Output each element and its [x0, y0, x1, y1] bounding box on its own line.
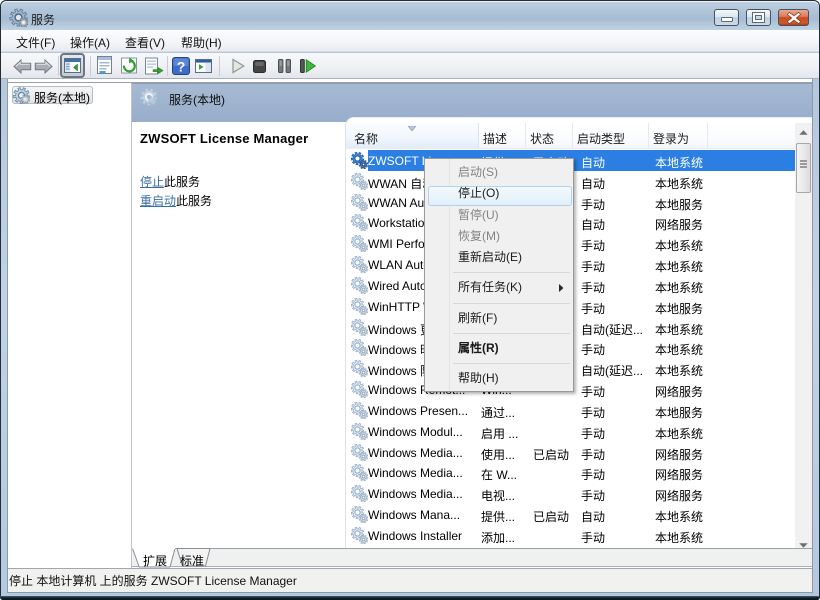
svg-text:?: ? [177, 59, 186, 75]
